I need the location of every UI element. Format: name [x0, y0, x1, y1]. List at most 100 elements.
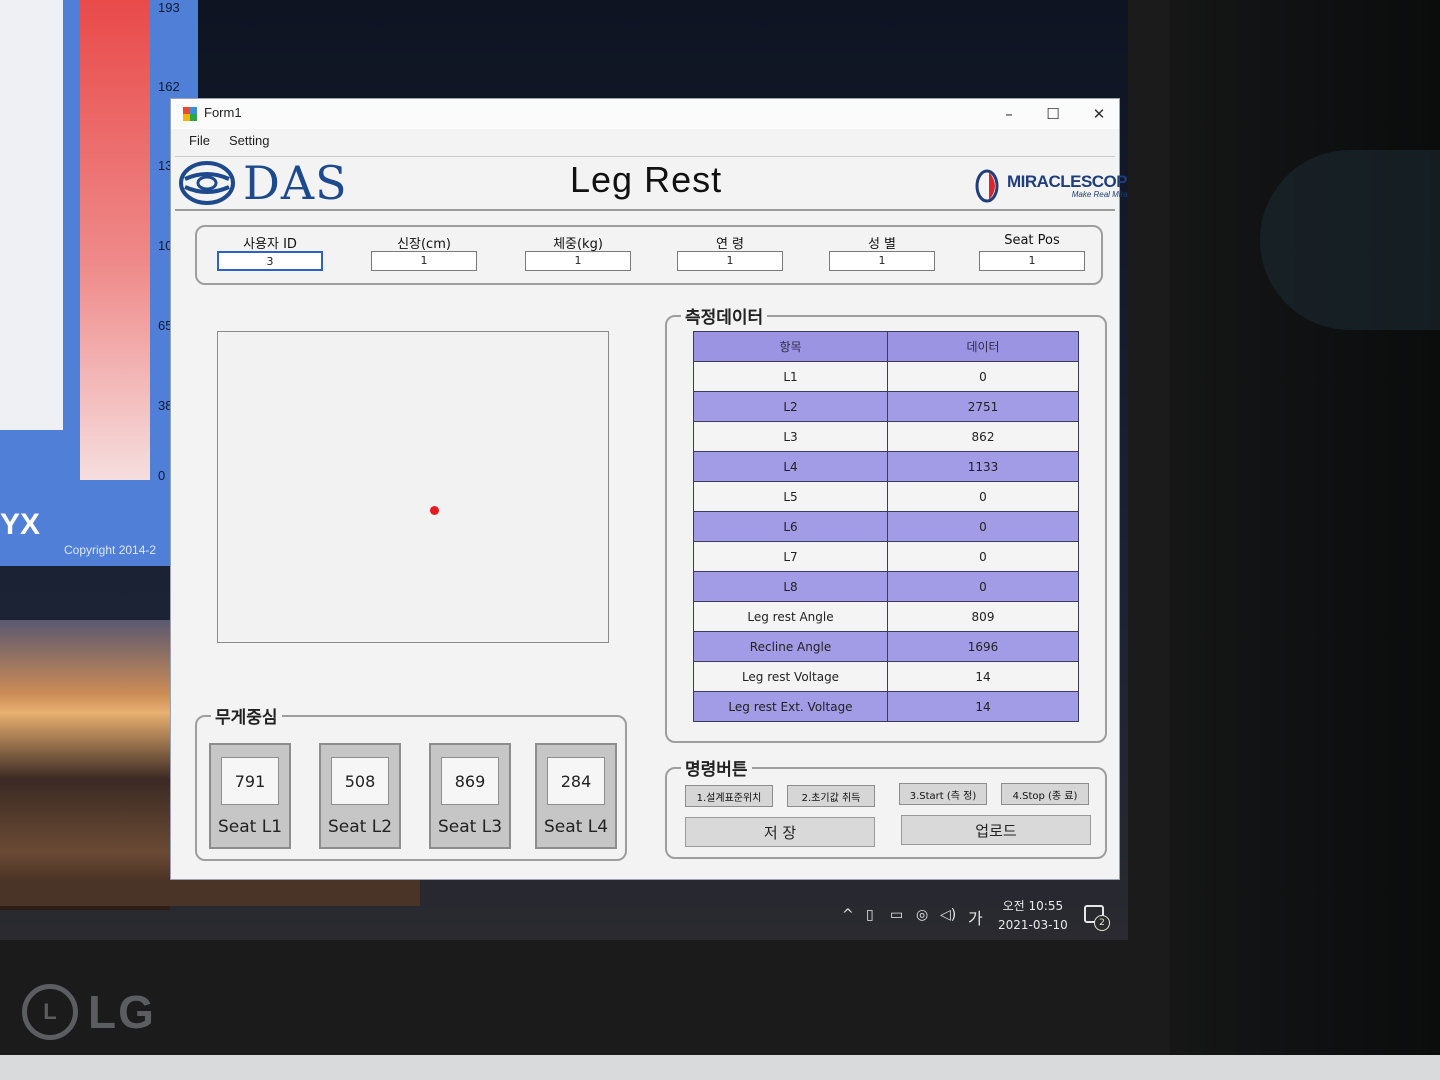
table-header-row: 항목 데이터 [693, 331, 1079, 362]
table-row: L7 0 [693, 541, 1079, 572]
table-cell-value: 862 [887, 421, 1079, 452]
user-id-input[interactable]: 3 [217, 251, 323, 271]
notification-count: 2 [1094, 915, 1110, 931]
seat-l1-value: 791 [221, 757, 279, 805]
form1-window: Form1 – ☐ ✕ File Setting DAS Leg Rest MI… [170, 98, 1128, 880]
seat-l4-box: 284 Seat L4 [535, 743, 617, 849]
gender-field-group: 성 별 1 [829, 233, 935, 271]
table-cell-item: Leg rest Angle [693, 601, 888, 632]
table-row: Leg rest Angle 809 [693, 601, 1079, 632]
table-cell-item: Leg rest Ext. Voltage [693, 691, 888, 722]
design-position-button[interactable]: 1.설계표준위치 [685, 785, 773, 807]
miraclescope-logo-text: MIRACLESCOPE [1007, 171, 1128, 191]
initial-value-button[interactable]: 2.초기값 취득 [787, 785, 875, 807]
axis-tick: 0 [158, 468, 166, 483]
battery-icon[interactable]: ▭ [890, 907, 903, 923]
center-of-gravity-canvas [217, 331, 609, 643]
weight-input[interactable]: 1 [525, 251, 631, 271]
weight-field-group: 체중(kg) 1 [525, 233, 631, 271]
column-header-item: 항목 [693, 331, 888, 362]
table-cell-value: 14 [887, 661, 1079, 692]
table-row: L5 0 [693, 481, 1079, 512]
clock[interactable]: 오전 10:55 2021-03-10 [998, 897, 1068, 935]
command-group: 명령버튼 1.설계표준위치 2.초기값 취득 3.Start (측 정) 4.S… [665, 755, 1107, 859]
ime-indicator[interactable]: 가 [968, 905, 983, 929]
table-cell-value: 1696 [887, 631, 1079, 662]
table-cell-item: L8 [693, 571, 888, 602]
das-logo: DAS [179, 156, 348, 210]
device-icon[interactable]: ▯ [866, 907, 874, 923]
maximize-button[interactable]: ☐ [1033, 101, 1073, 127]
chevron-up-icon[interactable]: ^ [842, 907, 854, 923]
das-logo-text: DAS [243, 156, 348, 210]
das-emblem-icon [179, 161, 235, 205]
window-title: Form1 [204, 105, 242, 120]
age-field-group: 연 령 1 [677, 233, 783, 271]
user-info-panel: 사용자 ID 3 신장(cm) 1 체중(kg) 1 연 령 1 성 별 1 S… [195, 225, 1103, 285]
seat-l3-box: 869 Seat L3 [429, 743, 511, 849]
wallpaper-photo [0, 620, 170, 910]
header: DAS Leg Rest MIRACLESCOPE Make Real Mira… [175, 156, 1128, 211]
table-cell-item: L1 [693, 361, 888, 392]
height-input[interactable]: 1 [371, 251, 477, 271]
background-copyright: Copyright 2014-2 [64, 543, 157, 557]
desktop-screen: 193 162 13 10 65 38 0 YX Copyright 2014-… [0, 0, 1128, 940]
wallpaper-stripe [0, 880, 420, 906]
table-row: L2 2751 [693, 391, 1079, 422]
save-button[interactable]: 저 장 [685, 817, 875, 847]
weight-center-title: 무게중심 [211, 703, 282, 728]
seat-pos-field-group: Seat Pos 1 [979, 233, 1085, 271]
menu-file[interactable]: File [189, 133, 210, 148]
column-header-data: 데이터 [887, 331, 1079, 362]
network-globe-icon[interactable]: ◎ [916, 907, 928, 923]
start-button[interactable]: 3.Start (측 정) [899, 783, 987, 805]
user-id-field-group: 사용자 ID 3 [217, 233, 323, 271]
seat-l2-label: Seat L2 [327, 817, 393, 837]
clock-date: 2021-03-10 [998, 918, 1068, 932]
table-row: Leg rest Ext. Voltage 14 [693, 691, 1079, 722]
age-input[interactable]: 1 [677, 251, 783, 271]
background-app-panel [0, 0, 63, 430]
table-row: L6 0 [693, 511, 1079, 542]
minimize-button[interactable]: – [989, 101, 1029, 127]
table-cell-value: 0 [887, 481, 1079, 512]
seat-l4-value: 284 [547, 757, 605, 805]
user-id-label: 사용자 ID [243, 237, 297, 252]
weight-center-group: 무게중심 791 Seat L1 508 Seat L2 869 Seat L3… [195, 703, 627, 861]
close-button[interactable]: ✕ [1079, 101, 1119, 127]
table-cell-item: L5 [693, 481, 888, 512]
measurement-table: 항목 데이터 L1 0 L2 2751 L3 862 L4 1133 L5 0 L6 0 L7 0 L8 0 L… [693, 331, 1079, 722]
speaker-icon[interactable]: ◁) [940, 907, 956, 923]
seat-l1-box: 791 Seat L1 [209, 743, 291, 849]
seat-pos-input[interactable]: 1 [979, 251, 1085, 271]
miraclescope-emblem-icon [975, 169, 999, 203]
background-app[interactable]: 193 162 13 10 65 38 0 YX Copyright 2014-… [0, 0, 198, 566]
table-row: L8 0 [693, 571, 1079, 602]
laptop-base [0, 1055, 1440, 1080]
table-cell-value: 2751 [887, 391, 1079, 422]
table-row: L3 862 [693, 421, 1079, 452]
age-label: 연 령 [715, 237, 745, 252]
seat-l2-value: 508 [331, 757, 389, 805]
menu-setting[interactable]: Setting [229, 133, 269, 148]
table-cell-value: 0 [887, 361, 1079, 392]
table-cell-value: 0 [887, 571, 1079, 602]
table-row: L4 1133 [693, 451, 1079, 482]
title-bar[interactable]: Form1 – ☐ ✕ [171, 99, 1119, 129]
stop-button[interactable]: 4.Stop (종 료) [1001, 783, 1089, 805]
seat-l2-box: 508 Seat L2 [319, 743, 401, 849]
lg-emblem-icon: L [22, 984, 78, 1040]
height-label: 신장(cm) [397, 237, 451, 252]
background-level-bar [80, 0, 150, 480]
seat-l1-label: Seat L1 [217, 817, 283, 837]
command-title: 명령버튼 [681, 755, 752, 780]
table-cell-item: L3 [693, 421, 888, 452]
gender-input[interactable]: 1 [829, 251, 935, 271]
center-of-gravity-dot [429, 505, 439, 515]
table-cell-value: 809 [887, 601, 1079, 632]
table-cell-item: L2 [693, 391, 888, 422]
upload-button[interactable]: 업로드 [901, 815, 1091, 845]
axis-tick: 162 [158, 79, 180, 94]
height-field-group: 신장(cm) 1 [371, 233, 477, 271]
table-cell-value: 0 [887, 511, 1079, 542]
